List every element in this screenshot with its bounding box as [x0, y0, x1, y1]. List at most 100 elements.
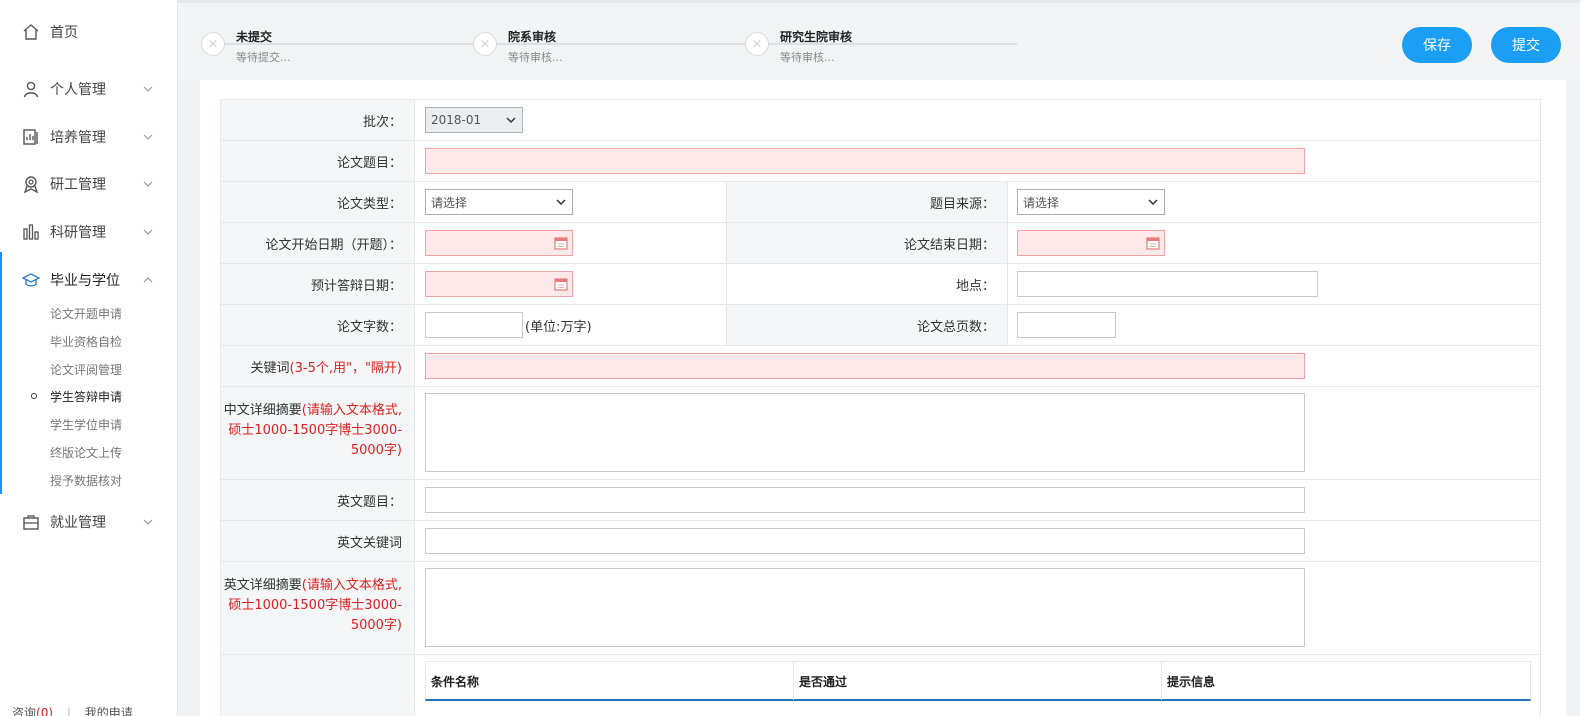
- form-row-cn-abstract: 中文详细摘要(请输入文本格式,硕士1000-1500字博士3000-5000字): [221, 387, 1541, 480]
- word-count-label: 论文字数：: [221, 305, 415, 345]
- sidebar-item-label: 培养管理: [50, 130, 106, 146]
- sidebar-item-employment[interactable]: 就业管理: [0, 504, 178, 540]
- form-row-en-keywords: 英文关键词: [221, 521, 1541, 562]
- sidebar-item-label: 毕业与学位: [50, 273, 120, 289]
- sub-item-data-check[interactable]: 授予数据核对: [50, 472, 122, 489]
- chevron-down-icon: [143, 229, 153, 235]
- word-count-unit: (单位:万字): [525, 320, 592, 335]
- form-row-defense: 预计答辩日期： 地点：: [221, 264, 1541, 305]
- sub-item-defense[interactable]: 学生答辩申请: [50, 388, 122, 405]
- defense-date-label: 预计答辩日期：: [221, 264, 415, 304]
- chevron-down-icon: [556, 199, 566, 206]
- form-row-batch: 批次： 2018-01: [221, 100, 1541, 141]
- form-row-en-abstract: 英文详细摘要(请输入文本格式,硕士1000-1500字博士3000-5000字): [221, 562, 1541, 655]
- chevron-up-icon: [143, 277, 153, 283]
- chevron-down-icon: [1148, 199, 1158, 206]
- en-title-input[interactable]: [425, 487, 1305, 513]
- en-title-label: 英文题目：: [221, 480, 415, 520]
- chevron-down-icon: [506, 117, 516, 124]
- keywords-input[interactable]: [425, 353, 1305, 379]
- topic-source-value: 请选择: [1023, 195, 1060, 210]
- en-abstract-label-text: 英文详细摘要: [223, 578, 302, 593]
- en-abstract-textarea[interactable]: [425, 568, 1305, 647]
- form-card: 批次： 2018-01 论文题目： 论文类型： 请选择 题目来源： 请选择 论文…: [200, 80, 1574, 716]
- cn-abstract-label: 中文详细摘要(请输入文本格式,硕士1000-1500字博士3000-5000字): [221, 387, 415, 479]
- step-subtitle: 等待提交...: [236, 51, 291, 64]
- my-requests-link[interactable]: 我的申请: [85, 706, 133, 716]
- sub-item-degree[interactable]: 学生学位申请: [50, 416, 122, 433]
- sub-item-upload[interactable]: 终版论文上传: [50, 444, 122, 461]
- step-pending-icon: ✕: [745, 32, 769, 56]
- chevron-down-icon: [143, 181, 153, 187]
- end-date-input[interactable]: [1017, 230, 1165, 256]
- step-bar: ✕ 未提交 等待提交... ✕ 院系审核 等待审核... ✕ 研究生院审核 等待…: [178, 0, 1580, 80]
- page-count-label: 论文总页数：: [726, 305, 1008, 345]
- sub-item-review[interactable]: 论文评阅管理: [50, 361, 122, 378]
- keywords-label-text: 关键词: [250, 360, 290, 376]
- conditions-label: [221, 655, 415, 716]
- page-count-input[interactable]: [1017, 312, 1116, 338]
- thesis-type-select[interactable]: 请选择: [425, 189, 573, 215]
- sidebar-item-label: 个人管理: [50, 82, 106, 98]
- consult-label: 咨询: [12, 706, 37, 716]
- step-pending-icon: ✕: [473, 32, 497, 56]
- place-label: 地点：: [726, 264, 1008, 304]
- save-button[interactable]: 保存: [1402, 27, 1472, 63]
- en-keywords-label: 英文关键词: [221, 521, 415, 561]
- sidebar-item-research-work[interactable]: 研工管理: [0, 166, 178, 202]
- calendar-icon[interactable]: [1146, 236, 1160, 250]
- book-chart-icon: [23, 129, 38, 145]
- thesis-type-label: 论文类型：: [221, 182, 415, 222]
- thesis-title-input[interactable]: [425, 148, 1305, 174]
- calendar-icon[interactable]: [554, 277, 568, 291]
- en-abstract-label: 英文详细摘要(请输入文本格式,硕士1000-1500字博士3000-5000字): [221, 562, 415, 654]
- en-keywords-input[interactable]: [425, 528, 1305, 554]
- thesis-title-label: 论文题目：: [221, 141, 415, 181]
- divider: |: [66, 706, 71, 716]
- main-area: ✕ 未提交 等待提交... ✕ 院系审核 等待审核... ✕ 研究生院审核 等待…: [178, 0, 1580, 716]
- batch-label: 批次：: [221, 100, 415, 140]
- start-date-label: 论文开始日期（开题）：: [221, 223, 415, 263]
- graduation-cap-icon: [22, 273, 40, 287]
- sub-item-proposal[interactable]: 论文开题申请: [50, 305, 122, 322]
- form-row-keywords: 关键词 (3-5个,用"，"隔开): [221, 346, 1541, 387]
- chevron-down-icon: [143, 134, 153, 140]
- form-row-title: 论文题目：: [221, 141, 1541, 182]
- word-count-input[interactable]: [425, 312, 523, 338]
- end-date-label: 论文结束日期：: [726, 223, 1008, 263]
- sidebar-item-personal[interactable]: 个人管理: [0, 71, 178, 107]
- batch-select[interactable]: 2018-01: [425, 107, 523, 133]
- keywords-hint: (3-5个,用"，"隔开): [289, 360, 402, 376]
- start-date-input[interactable]: [425, 230, 573, 256]
- sidebar-item-science[interactable]: 科研管理: [0, 214, 178, 250]
- bar-chart-icon: [23, 224, 39, 240]
- form-row-conditions: 条件名称 是否通过 提示信息: [221, 655, 1541, 716]
- sub-item-self-check[interactable]: 毕业资格自检: [50, 333, 122, 350]
- cn-abstract-label-text: 中文详细摘要: [223, 403, 302, 418]
- step-subtitle: 等待审核...: [780, 51, 835, 64]
- scrollbar[interactable]: [1566, 80, 1580, 716]
- keywords-label: 关键词 (3-5个,用"，"隔开): [221, 346, 415, 386]
- sidebar-item-home[interactable]: 首页: [0, 14, 178, 50]
- batch-value: 2018-01: [431, 113, 482, 127]
- form-row-en-title: 英文题目：: [221, 480, 1541, 521]
- place-input[interactable]: [1017, 271, 1318, 297]
- sidebar-item-graduation[interactable]: 毕业与学位: [0, 262, 178, 298]
- table-header-message: 提示信息: [1167, 674, 1216, 689]
- cn-abstract-textarea[interactable]: [425, 393, 1305, 472]
- topic-source-select[interactable]: 请选择: [1017, 189, 1165, 215]
- active-dot-icon: [31, 393, 37, 399]
- step-subtitle: 等待审核...: [508, 51, 563, 64]
- defense-date-input[interactable]: [425, 271, 573, 297]
- sidebar-item-label: 首页: [50, 25, 78, 41]
- briefcase-icon: [23, 515, 39, 530]
- table-header-name: 条件名称: [426, 662, 794, 700]
- form-row-dates: 论文开始日期（开题）： 论文结束日期：: [221, 223, 1541, 264]
- submit-button[interactable]: 提交: [1491, 27, 1561, 63]
- sidebar-item-training[interactable]: 培养管理: [0, 119, 178, 155]
- defense-form: 批次： 2018-01 论文题目： 论文类型： 请选择 题目来源： 请选择 论文…: [220, 99, 1541, 716]
- consult-count: (0): [36, 706, 54, 716]
- consult-link[interactable]: 咨询(0): [12, 706, 53, 716]
- calendar-icon[interactable]: [554, 236, 568, 250]
- sidebar-item-label: 研工管理: [50, 177, 106, 193]
